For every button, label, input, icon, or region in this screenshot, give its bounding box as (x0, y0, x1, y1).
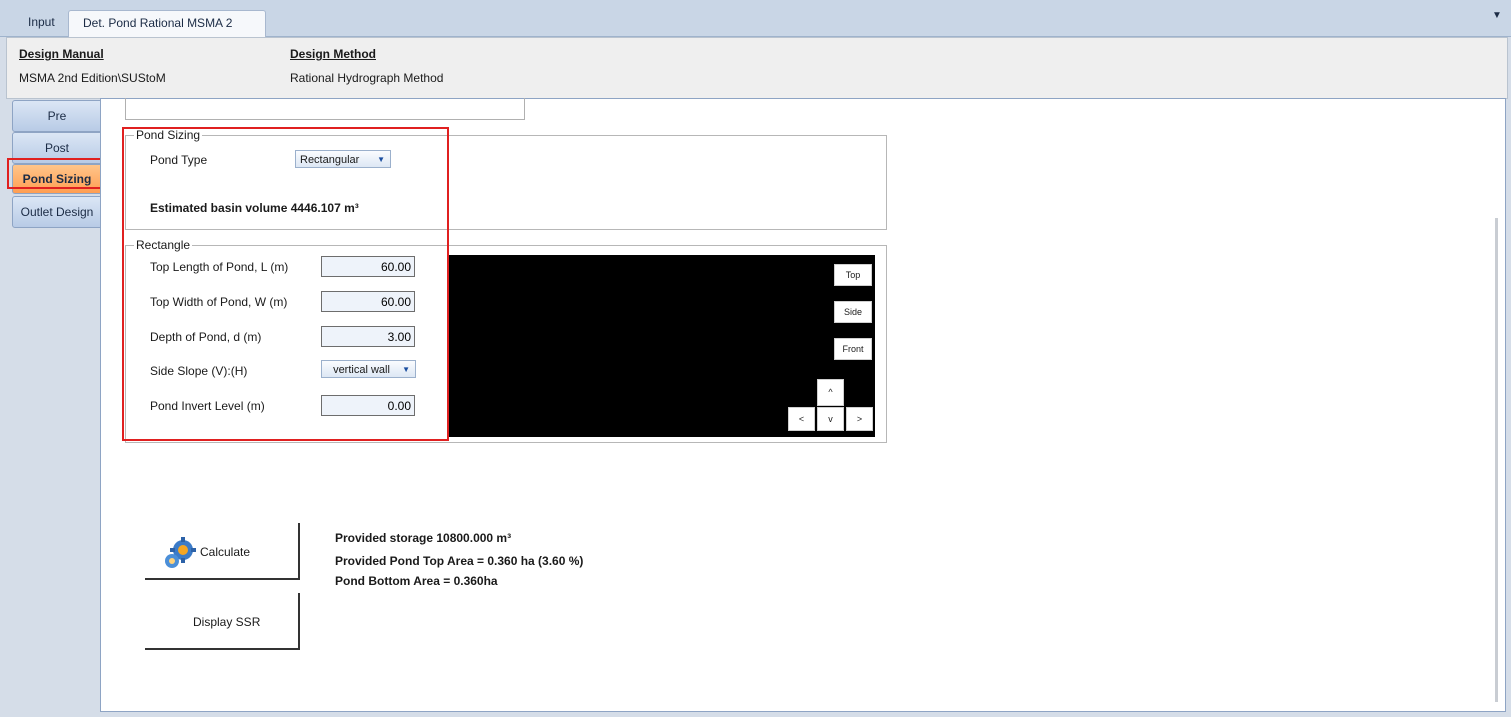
design-manual-title: Design Manual (19, 47, 104, 61)
tab-input[interactable]: Input (14, 10, 69, 35)
rotate-right-button[interactable]: > (846, 407, 873, 431)
view-top-button[interactable]: Top (834, 264, 872, 286)
view-side-button[interactable]: Side (834, 301, 872, 323)
pond-bottom-area-text: Pond Bottom Area = 0.360ha (335, 574, 498, 588)
rotate-left-button[interactable]: < (788, 407, 815, 431)
side-tab-pre[interactable]: Pre (12, 100, 102, 132)
pond-top-area-text: Provided Pond Top Area = 0.360 ha (3.60 … (335, 554, 584, 568)
gears-icon (165, 537, 196, 568)
design-method-value: Rational Hydrograph Method (290, 71, 444, 85)
calculate-label: Calculate (200, 545, 251, 559)
display-ssr-label: Display SSR (193, 615, 261, 629)
design-info-header: Design Manual MSMA 2nd Edition\SUStoM De… (6, 37, 1508, 99)
tab-det-pond-rational[interactable]: Det. Pond Rational MSMA 2 (68, 10, 266, 37)
rotate-up-button[interactable]: ^ (817, 379, 844, 406)
view-front-button[interactable]: Front (834, 338, 872, 360)
vertical-scrollbar[interactable] (1495, 218, 1498, 702)
side-tab-outlet-design[interactable]: Outlet Design (12, 196, 102, 228)
rotate-down-button[interactable]: v (817, 407, 844, 431)
design-manual-value: MSMA 2nd Edition\SUStoM (19, 71, 166, 85)
upper-group-box-edge (125, 98, 525, 120)
calculate-button[interactable]: Calculate (145, 523, 300, 580)
tab-list-dropdown-icon[interactable]: ▼ (1492, 10, 1502, 21)
design-method-title: Design Method (290, 47, 376, 61)
display-ssr-button[interactable]: Display SSR (145, 593, 300, 650)
provided-storage-text: Provided storage 10800.000 m³ (335, 531, 512, 545)
pond-3d-viewer[interactable]: Top Side Front ^ < v > (449, 255, 875, 437)
pond-sizing-tab-highlight (7, 158, 107, 189)
pond-input-highlight (122, 127, 449, 441)
